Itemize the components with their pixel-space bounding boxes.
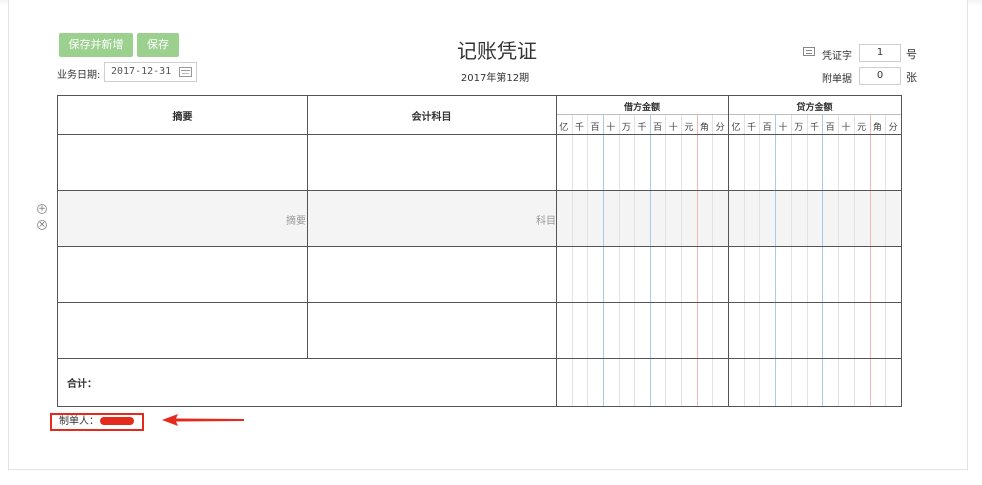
digit-column-line (634, 114, 636, 406)
voucher-page: 保存并新增 保存 业务日期: 2017-12-31 记账凭证 2017年第12期… (0, 0, 982, 485)
debit-digit-label: 千 (574, 123, 584, 133)
maker-field: 制单人： (50, 413, 144, 431)
account-debit-divider (556, 96, 557, 406)
credit-digit-label: 十 (778, 123, 788, 133)
header-divider (58, 134, 901, 135)
debit-credit-divider (728, 96, 729, 406)
summary-input[interactable]: 摘要 (286, 212, 306, 227)
digit-column-line (822, 114, 824, 406)
summary-account-divider (307, 96, 308, 358)
digit-column-line (759, 114, 761, 406)
debit-digit-label: 十 (668, 123, 678, 133)
debit-digit-label: 元 (684, 123, 694, 133)
digit-column-line (696, 114, 698, 406)
digit-column-line (665, 114, 667, 406)
credit-digit-label: 千 (809, 123, 819, 133)
attachments-unit: 张 (906, 71, 917, 84)
voucher-no-label: 凭证字 (822, 51, 852, 62)
digit-column-line (853, 114, 855, 406)
credit-digit-label: 分 (888, 123, 898, 133)
x-circle-icon[interactable]: × (37, 220, 47, 230)
keyboard-icon[interactable] (803, 47, 815, 56)
maker-label: 制单人： (59, 416, 99, 427)
plus-circle-icon[interactable]: + (37, 204, 47, 214)
digit-column-line (587, 114, 589, 406)
debit-digit-label: 角 (700, 123, 710, 133)
voucher-entry-table: 摘要 会计科目 借方金额 贷方金额 亿千百十万千百十元角分亿千百十万千百十元角分… (57, 95, 902, 407)
voucher-no-input[interactable]: 1 (859, 44, 901, 62)
credit-digit-label: 亿 (731, 123, 741, 133)
digit-column-line (649, 114, 651, 406)
credit-digit-label: 元 (857, 123, 867, 133)
attachments-label: 附单据 (822, 74, 852, 85)
debit-digit-label: 百 (653, 123, 663, 133)
credit-digit-label: 十 (841, 123, 851, 133)
credit-header: 贷方金额 (796, 103, 833, 113)
total-label: 合计： (67, 379, 97, 390)
account-header: 会计科目 (411, 112, 452, 123)
row-divider (58, 190, 901, 191)
digit-column-line (885, 114, 887, 406)
digit-column-line (743, 114, 745, 406)
digit-column-line (602, 114, 604, 406)
row-divider (58, 358, 901, 359)
digit-column-line (681, 114, 683, 406)
debit-digit-label: 百 (590, 123, 600, 133)
row-divider (58, 302, 901, 303)
digit-column-line (806, 114, 808, 406)
account-input[interactable]: 科目 (536, 212, 556, 227)
digit-column-line (790, 114, 792, 406)
row-divider (58, 246, 901, 247)
digit-column-line (775, 114, 777, 406)
debit-digit-label: 十 (606, 123, 616, 133)
digit-column-line (571, 114, 573, 406)
debit-digit-label: 千 (637, 123, 647, 133)
digit-column-line (712, 114, 714, 406)
attachments-input[interactable]: 0 (859, 67, 901, 85)
redacted-name (100, 417, 134, 425)
credit-digit-label: 百 (762, 123, 772, 133)
digit-column-line (838, 114, 840, 406)
credit-digit-label: 角 (872, 123, 882, 133)
active-row-highlight (59, 191, 900, 246)
red-arrow-icon (162, 414, 244, 426)
debit-digit-label: 万 (621, 123, 631, 133)
credit-digit-label: 百 (825, 123, 835, 133)
digit-column-line (869, 114, 871, 406)
voucher-no-unit: 号 (906, 48, 917, 61)
debit-header: 借方金额 (623, 103, 660, 113)
credit-digit-label: 千 (747, 123, 757, 133)
summary-header: 摘要 (172, 112, 193, 123)
debit-digit-label: 分 (715, 123, 725, 133)
digit-column-line (618, 114, 620, 406)
debit-digit-label: 亿 (559, 123, 569, 133)
credit-digit-label: 万 (794, 123, 804, 133)
